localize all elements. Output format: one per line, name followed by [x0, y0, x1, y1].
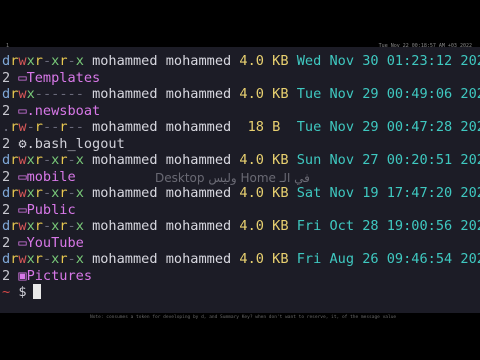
modified-date: Sat Nov 19 17:47:20 2022	[296, 185, 480, 201]
size-unit: B	[272, 119, 289, 135]
owner: mohammed	[92, 53, 158, 69]
owner: mohammed	[92, 86, 158, 102]
image-icon: ▣	[18, 267, 27, 284]
size-unit: KB	[272, 152, 289, 168]
modified-date: Fri Oct 28 19:00:56 2022	[296, 218, 480, 234]
group: mohammed	[165, 119, 232, 135]
modified-date: Tue Nov 29 00:49:06 2022	[296, 86, 480, 102]
file-size: 4.0	[239, 152, 264, 168]
modified-date: Wed Nov 30 01:23:12 2022	[296, 53, 480, 69]
modified-date: Fri Aug 26 09:46:54 2022	[296, 251, 480, 267]
permissions: drwxr-xr-x	[2, 218, 84, 234]
entry-name: .newsboat	[26, 102, 101, 119]
file-size: 4.0	[239, 218, 264, 234]
file-entry[interactable]: 2 ⚙.bash_logout	[2, 136, 125, 152]
modified-date: Tue Nov 29 00:47:28 2022	[296, 119, 480, 135]
permissions: drwxr-xr-x	[2, 251, 84, 267]
owner: mohammed	[92, 218, 158, 234]
permissions: drwxr-xr-x	[2, 152, 84, 168]
size-unit: KB	[272, 86, 289, 102]
entry-name: Public	[26, 201, 76, 218]
owner: mohammed	[92, 152, 158, 168]
line-prefix: 2	[2, 267, 11, 284]
owner: mohammed	[92, 185, 158, 201]
shell-prompt[interactable]: ~ $	[2, 284, 41, 300]
permissions: drwx------	[2, 86, 84, 102]
line-prefix: 2	[2, 102, 11, 119]
file-size: 4.0	[239, 53, 264, 69]
file-size: 4.0	[239, 185, 264, 201]
file-size: 4.0	[239, 251, 264, 267]
folder-icon: ▭	[18, 102, 27, 119]
folder-icon: ▭	[18, 234, 27, 251]
line-prefix: 2	[2, 69, 11, 86]
entry-name: Pictures	[26, 267, 93, 284]
folder-icon: ▭	[18, 201, 27, 218]
owner: mohammed	[92, 119, 158, 135]
directory-entry[interactable]: 2 ▭.newsboat	[2, 103, 100, 119]
file-size: 4.0	[239, 86, 264, 102]
folder-icon: ▭	[18, 168, 27, 185]
entry-name: mobile	[26, 168, 76, 185]
top-status-bar: 1 Tue Nov 22 00:18:57 AM +03 2022	[0, 0, 480, 49]
permissions: drwxr-xr-x	[2, 53, 84, 69]
listing-row: drwxr-xr-x mohammed mohammed 4.0 KB Sun …	[2, 152, 480, 168]
caption-overlay: Desktop ولیس Home في الـ	[155, 171, 310, 185]
permissions: .rw-r--r--	[2, 119, 84, 135]
listing-row: drwxr-xr-x mohammed mohammed 4.0 KB Fri …	[2, 218, 480, 234]
group: mohammed	[165, 152, 232, 168]
group: mohammed	[165, 251, 232, 267]
entry-name: YouTube	[26, 234, 84, 251]
directory-entry[interactable]: 2 ▭Templates	[2, 70, 100, 86]
line-prefix: 2	[2, 201, 11, 218]
group: mohammed	[165, 86, 232, 102]
entry-name: Templates	[26, 69, 101, 86]
directory-entry[interactable]: 2 ▭mobile	[2, 169, 76, 185]
size-unit: KB	[272, 218, 289, 234]
listing-row: .rw-r--r-- mohammed mohammed 18 B Tue No…	[2, 119, 480, 135]
directory-entry[interactable]: 2 ▣Pictures	[2, 268, 92, 284]
entry-name: .bash_logout	[26, 135, 125, 152]
listing-row: drwxr-xr-x mohammed mohammed 4.0 KB Wed …	[2, 53, 480, 69]
size-unit: KB	[272, 53, 289, 69]
directory-entry[interactable]: 2 ▭YouTube	[2, 235, 84, 251]
listing-row: drwx------ mohammed mohammed 4.0 KB Tue …	[2, 86, 480, 102]
line-prefix: 2	[2, 234, 11, 251]
line-prefix: 2	[2, 135, 11, 152]
size-unit: KB	[272, 251, 289, 267]
modified-date: Sun Nov 27 00:20:51 2022	[296, 152, 480, 168]
group: mohammed	[165, 53, 232, 69]
folder-icon: ▭	[18, 69, 27, 86]
file-size: 18	[239, 119, 264, 135]
permissions: drwxr-xr-x	[2, 185, 84, 201]
listing-row: drwxr-xr-x mohammed mohammed 4.0 KB Sat …	[2, 185, 480, 201]
prompt-symbol: $	[18, 284, 27, 300]
prompt-arrow-icon: ~	[2, 284, 11, 300]
bottom-hint-text: Note: consumes a token for developing by…	[90, 315, 397, 320]
directory-entry[interactable]: 2 ▭Public	[2, 202, 76, 218]
owner: mohammed	[92, 251, 158, 267]
size-unit: KB	[272, 185, 289, 201]
gear-icon: ⚙	[18, 135, 27, 152]
bottom-bar: Note: consumes a token for developing by…	[0, 313, 480, 360]
group: mohammed	[165, 185, 232, 201]
line-prefix: 2	[2, 168, 11, 185]
group: mohammed	[165, 218, 232, 234]
listing-row: drwxr-xr-x mohammed mohammed 4.0 KB Fri …	[2, 251, 480, 267]
text-cursor	[32, 284, 41, 299]
